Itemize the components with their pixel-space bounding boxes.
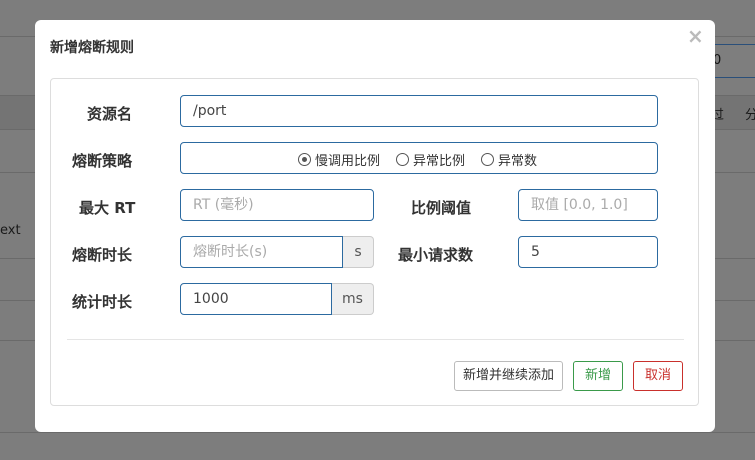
add-button[interactable]: 新增 bbox=[573, 361, 623, 391]
ratio-threshold-label: 比例阈值 bbox=[411, 199, 472, 217]
bg-divider bbox=[0, 432, 755, 433]
add-and-continue-button[interactable]: 新增并继续添加 bbox=[454, 361, 563, 391]
max-rt-label: 最大 RT bbox=[79, 199, 136, 217]
max-rt-input[interactable]: RT (毫秒) bbox=[180, 189, 374, 221]
stat-duration-unit: ms bbox=[332, 283, 374, 315]
resource-input[interactable]: /port bbox=[180, 95, 658, 127]
add-circuit-breaker-dialog: 新增熔断规则 × 资源名 /port 熔断策略 慢调用比例 异常比例 异常数 最… bbox=[35, 20, 715, 432]
radio-unchecked-icon[interactable] bbox=[396, 153, 409, 166]
break-duration-unit: s bbox=[343, 236, 374, 268]
resource-label: 资源名 bbox=[87, 105, 133, 123]
bg-row-text: ext bbox=[0, 223, 21, 238]
break-duration-label: 熔断时长 bbox=[72, 246, 133, 264]
cancel-button[interactable]: 取消 bbox=[633, 361, 683, 391]
form-divider bbox=[67, 339, 684, 340]
min-requests-label: 最小请求数 bbox=[398, 246, 474, 264]
close-icon[interactable]: × bbox=[687, 24, 704, 48]
strategy-radio-group: 慢调用比例 异常比例 异常数 bbox=[180, 142, 658, 174]
radio-label: 异常数 bbox=[498, 154, 538, 169]
radio-label: 慢调用比例 bbox=[315, 154, 381, 169]
stat-duration-label: 统计时长 bbox=[72, 293, 133, 311]
ratio-threshold-input[interactable]: 取值 [0.0, 1.0] bbox=[518, 189, 658, 221]
dialog-title: 新增熔断规则 bbox=[50, 40, 134, 56]
stat-duration-input[interactable]: 1000 bbox=[180, 283, 332, 315]
strategy-label: 熔断策略 bbox=[72, 152, 133, 170]
radio-label: 异常比例 bbox=[413, 154, 466, 169]
radio-unchecked-icon[interactable] bbox=[481, 153, 494, 166]
form-panel: 资源名 /port 熔断策略 慢调用比例 异常比例 异常数 最大 RT RT (… bbox=[50, 78, 699, 406]
radio-exception-count[interactable]: 异常数 bbox=[481, 150, 537, 169]
min-requests-input[interactable]: 5 bbox=[518, 236, 658, 268]
radio-slow-call-ratio[interactable]: 慢调用比例 bbox=[298, 150, 380, 169]
radio-exception-ratio[interactable]: 异常比例 bbox=[396, 150, 465, 169]
bg-header-text: 分 bbox=[745, 108, 755, 123]
break-duration-input[interactable]: 熔断时长(s) bbox=[180, 236, 343, 268]
radio-checked-icon[interactable] bbox=[298, 153, 311, 166]
